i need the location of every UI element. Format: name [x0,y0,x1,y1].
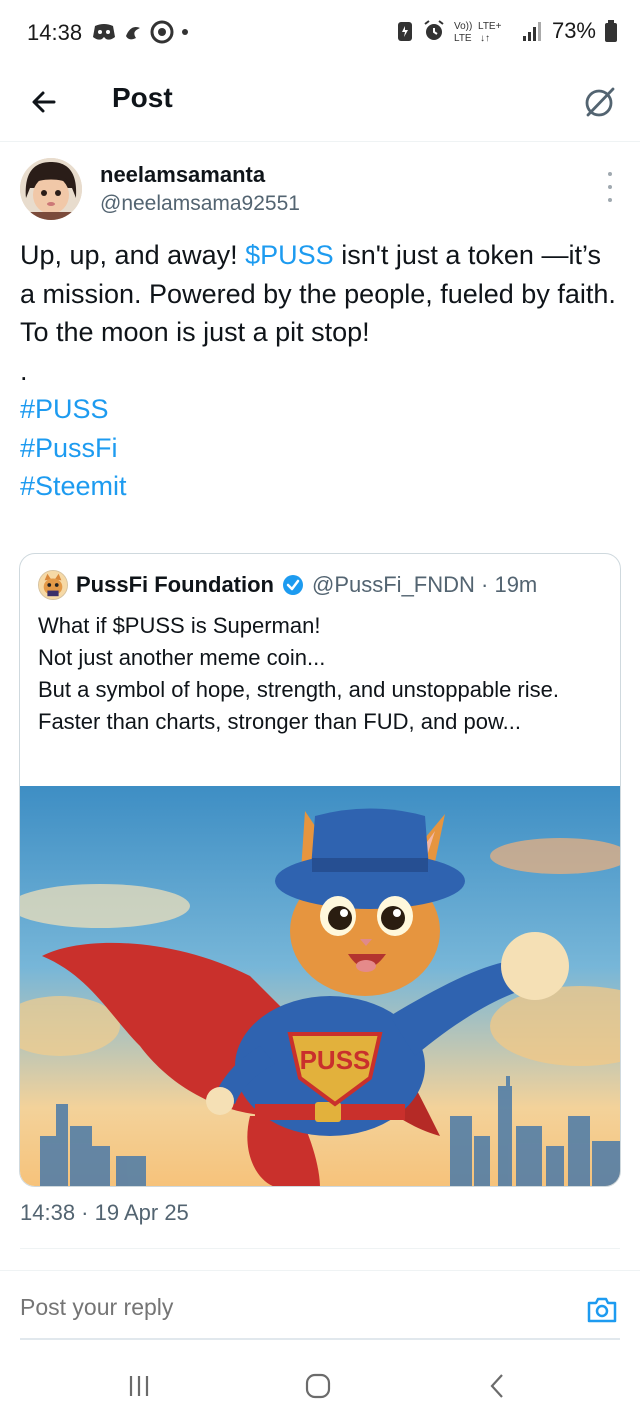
recent-apps-icon [129,1376,149,1396]
circle-app-icon [150,20,174,44]
hashtag-link[interactable]: #PUSS [20,390,620,429]
back-button[interactable] [22,80,66,124]
arrow-left-icon [32,91,56,113]
author-avatar[interactable] [20,158,82,220]
quoted-post-text: What if $PUSS is Superman! Not just anot… [38,610,608,738]
battery-saver-icon [397,22,412,41]
quoted-author-name[interactable]: PussFi Foundation [76,572,274,598]
camera-icon [587,1297,617,1323]
chest-emblem-text: PUSS [300,1045,371,1075]
camera-button[interactable] [584,1292,620,1328]
quoted-post-card[interactable]: PussFi Foundation @PussFi_FNDN · 19m Wha… [19,553,621,1187]
post-body: Up, up, and away! $PUSS isn't just a tok… [20,236,620,506]
battery-icon [605,20,617,42]
grok-button[interactable] [578,80,622,124]
top-app-bar: Post [0,68,640,142]
lte-signal-icon: Vo)) LTE LTE+ ↓↑ [454,21,502,44]
more-options-button[interactable] [602,172,618,202]
quoted-post-image[interactable]: PUSS [20,786,620,1186]
more-dot-icon [608,198,612,202]
home-icon [305,1373,331,1399]
notification-icons [92,20,190,44]
hashtag-link[interactable]: #Steemit [20,467,620,506]
battery-percent: 73% [551,18,596,43]
post-timestamp: 14:38 · 19 Apr 25 [20,1200,189,1225]
reply-underline [20,1338,620,1340]
author-handle[interactable]: @neelamsama92551 [100,192,300,216]
discord-icon [93,24,115,40]
system-nav-bar [0,1346,640,1422]
quoted-post-header: PussFi Foundation @PussFi_FNDN · 19m [38,570,537,600]
quoted-line: Faster than charts, stronger than FUD, a… [38,709,522,734]
svg-text:Vo)): Vo)) [454,21,472,32]
steem-icon [126,26,140,40]
alarm-icon [424,20,444,40]
avatar-image [20,158,82,220]
chevron-left-icon [490,1374,503,1398]
verified-badge-icon [283,575,303,595]
author-name[interactable]: neelamsamanta [100,162,265,188]
quoted-author-handle-time: @PussFi_FNDN · 19m [312,572,538,597]
cashtag-link[interactable]: $PUSS [245,240,334,270]
page-title: Post [112,82,173,113]
quoted-line: Not just another meme coin... [38,645,326,670]
divider [0,1270,640,1271]
more-notifications-dot-icon [182,29,188,35]
status-bar: 14:38 Vo)) LTE LTE+ ↓↑ 73% [0,0,640,68]
quoted-line: But a symbol of hope, strength, and unst… [38,677,559,702]
quoted-line: What if $PUSS is Superman! [38,613,321,638]
signal-bars-icon [522,22,541,41]
quoted-author-avatar[interactable] [38,570,68,600]
superhero-cat-illustration: PUSS [20,786,620,1186]
cat-logo-icon [39,571,67,599]
more-dot-icon [608,185,612,189]
svg-text:LTE: LTE [454,33,472,44]
system-icons: Vo)) LTE LTE+ ↓↑ 73% [396,18,618,44]
status-time: 14:38 [27,20,83,45]
divider [20,1248,620,1249]
recent-apps-button[interactable] [117,1366,161,1406]
post-dot: . [20,355,28,386]
post-main-text: Up, up, and away! $PUSS isn't just a tok… [20,240,616,347]
svg-text:↓↑: ↓↑ [480,33,490,44]
more-dot-icon [608,172,612,176]
system-back-button[interactable] [476,1366,520,1406]
hashtag-link[interactable]: #PussFi [20,429,620,468]
svg-text:LTE+: LTE+ [478,21,502,32]
home-button[interactable] [296,1366,340,1406]
grok-icon [585,87,615,117]
reply-input[interactable] [20,1294,520,1321]
